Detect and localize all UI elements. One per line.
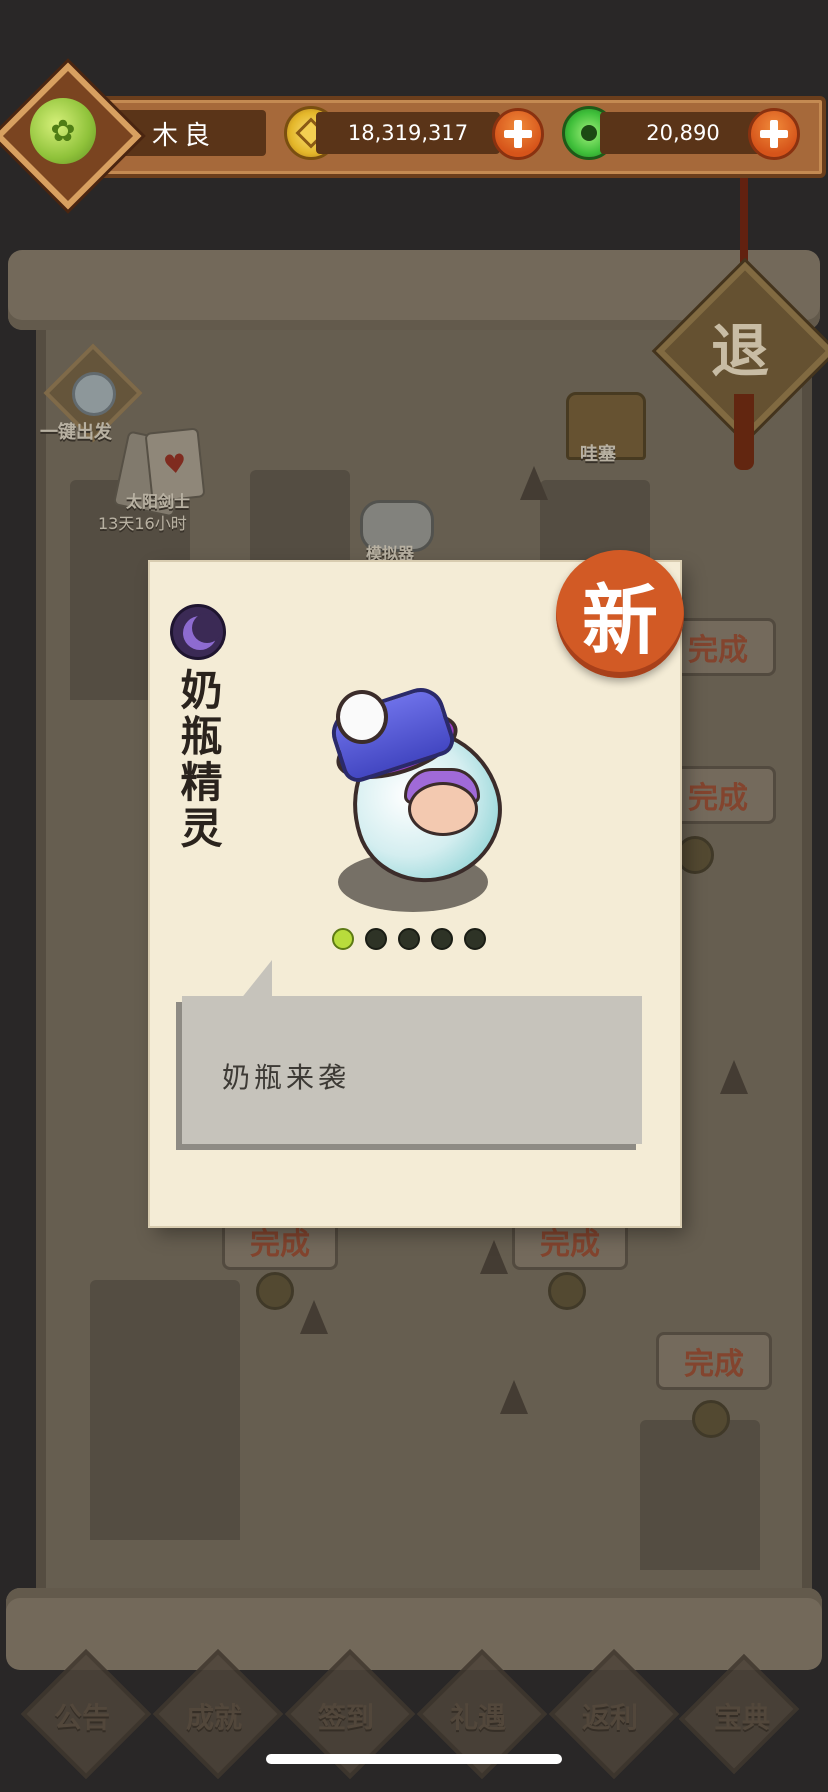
bottle-spirit-illustration	[336, 690, 388, 744]
avatar-icon[interactable]: ✿	[30, 98, 96, 164]
coin-balance: 18,319,317	[316, 112, 500, 154]
star-empty-icon	[398, 928, 420, 950]
character-quote: 奶瓶来袭	[222, 1061, 351, 1094]
star-empty-icon	[431, 928, 453, 950]
character-name: 奶瓶精灵	[174, 668, 223, 852]
star-filled-icon	[332, 928, 354, 950]
jade-balance: 20,890	[600, 112, 766, 154]
bottle-spirit-illustration	[408, 782, 478, 836]
add-jade-button[interactable]	[748, 108, 800, 160]
new-badge: 新	[556, 550, 684, 678]
add-coins-button[interactable]	[492, 108, 544, 160]
moon-icon	[170, 604, 226, 660]
star-empty-icon	[464, 928, 486, 950]
speech-bubble-tail	[240, 960, 272, 1000]
home-indicator[interactable]	[266, 1754, 562, 1764]
star-empty-icon	[365, 928, 387, 950]
star-rating	[332, 928, 492, 952]
